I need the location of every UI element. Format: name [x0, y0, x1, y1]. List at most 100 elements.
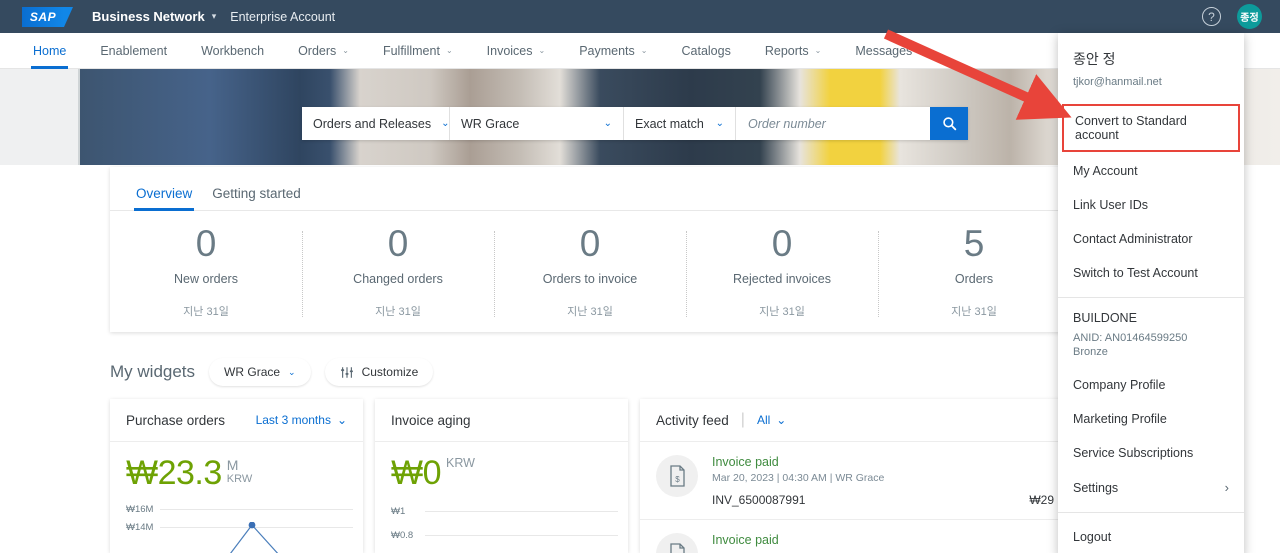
menu-item-company-profile[interactable]: Company Profile: [1058, 368, 1244, 402]
search-match-type-select[interactable]: Exact match ⌄: [624, 107, 736, 140]
menu-item-contact-administrator[interactable]: Contact Administrator: [1058, 222, 1244, 256]
widget-header: Activity feed | All ⌄: [640, 399, 1070, 442]
search-input[interactable]: [736, 107, 930, 140]
nav-item-orders[interactable]: Orders ⌄: [296, 33, 351, 69]
y-axis-tick-label: ₩1: [391, 506, 406, 517]
user-account-menu: 종안 정 tjkor@hanmail.net Convert to Standa…: [1058, 33, 1244, 553]
metric-period: 지난 31일: [951, 305, 997, 318]
avatar[interactable]: 종정: [1237, 4, 1262, 29]
chevron-down-icon: ⌄: [288, 366, 296, 377]
activity-amount: ₩29: [1029, 493, 1054, 507]
metric-tile-new-orders[interactable]: 0 New orders 지난 31일: [110, 223, 302, 331]
metric-label: New orders: [174, 271, 238, 286]
metric-tile-rejected-invoices[interactable]: 0 Rejected invoices 지난 31일: [686, 223, 878, 331]
menu-item-label: Company Profile: [1073, 378, 1166, 392]
nav-item-reports[interactable]: Reports ⌄: [763, 33, 823, 69]
tab-overview[interactable]: Overview: [126, 186, 202, 211]
tab-label: Overview: [136, 186, 193, 201]
help-icon[interactable]: ?: [1202, 7, 1221, 26]
range-label: Last 3 months: [255, 413, 331, 427]
activity-feed-filter[interactable]: All ⌄: [757, 413, 786, 427]
activity-document-number: INV_6500087991: [712, 493, 806, 507]
nav-item-workbench[interactable]: Workbench: [199, 33, 266, 69]
nav-item-home[interactable]: Home: [31, 33, 69, 69]
list-item[interactable]: $ Invoice paid Mar 20, 2023 | 04:30 AM |…: [640, 442, 1070, 520]
metric-value: 0: [195, 223, 217, 264]
chevron-down-icon: ⌄: [538, 46, 546, 55]
metric-period: 지난 31일: [183, 305, 229, 318]
sap-logo[interactable]: SAP: [22, 6, 73, 27]
search-document-type-select[interactable]: Orders and Releases ⌄: [302, 107, 450, 140]
gridline: [160, 509, 353, 510]
search-button[interactable]: [930, 107, 968, 140]
menu-item-marketing-profile[interactable]: Marketing Profile: [1058, 402, 1244, 436]
metric-tile-orders-to-invoice[interactable]: 0 Orders to invoice 지난 31일: [494, 223, 686, 331]
menu-item-convert-to-standard-account[interactable]: Convert to Standard account: [1062, 104, 1240, 152]
invoice-aging-chart: ₩1 ₩0.8: [391, 504, 618, 553]
customize-button[interactable]: Customize: [324, 358, 434, 386]
header-actions: ? 종정: [1202, 4, 1262, 29]
page-title: My widgets: [110, 362, 196, 381]
product-title[interactable]: Business Network: [92, 9, 205, 24]
menu-item-link-user-ids[interactable]: Link User IDs: [1058, 188, 1244, 222]
purchase-orders-total: ₩23.3 M KRW: [126, 456, 347, 490]
menu-item-switch-to-test-account[interactable]: Switch to Test Account: [1058, 256, 1244, 290]
metric-value: 0: [771, 223, 793, 264]
chevron-down-icon: ⌄: [715, 118, 724, 129]
nav-item-payments[interactable]: Payments ⌄: [577, 33, 649, 69]
purchase-orders-range-select[interactable]: Last 3 months ⌄: [256, 413, 347, 427]
metric-tile-changed-orders[interactable]: 0 Changed orders 지난 31일: [302, 224, 494, 331]
widget-customer-value: WR Grace: [224, 365, 281, 379]
invoice-dollar-icon: $: [656, 455, 698, 497]
amount-value: ₩23.3: [126, 454, 222, 492]
gridline: [425, 511, 618, 512]
nav-label: Payments: [579, 43, 635, 58]
menu-item-label: Service Subscriptions: [1073, 446, 1194, 460]
customize-label: Customize: [361, 365, 419, 379]
widget-invoice-aging: Invoice aging ₩0 KRW ₩1 ₩0.8: [375, 399, 628, 553]
nav-item-enablement[interactable]: Enablement: [98, 33, 169, 69]
list-item[interactable]: Invoice paid: [640, 520, 1070, 553]
organization-anid: ANID: AN01464599250: [1073, 332, 1188, 344]
nav-label: Enablement: [100, 43, 168, 58]
activity-status-link[interactable]: Invoice paid: [712, 455, 1054, 469]
widget-title: Purchase orders: [126, 412, 226, 428]
chevron-down-icon[interactable]: ▾: [212, 11, 217, 22]
search-match-type-value: Exact match: [635, 116, 704, 131]
y-axis-tick-label: ₩16M: [126, 504, 154, 515]
activity-meta: Mar 20, 2023 | 04:30 AM | WR Grace: [712, 472, 885, 484]
amount-unit: KRW: [446, 456, 475, 473]
search-customer-select[interactable]: WR Grace ⌄: [450, 107, 624, 140]
nav-label: Workbench: [201, 43, 265, 58]
metric-label: Rejected invoices: [733, 271, 831, 286]
nav-item-messages[interactable]: Messages: [853, 33, 914, 69]
nav-item-invoices[interactable]: Invoices ⌄: [485, 33, 548, 69]
widget-purchase-orders: Purchase orders Last 3 months ⌄ ₩23.3 M …: [110, 399, 363, 553]
overview-tabs: Overview Getting started: [110, 167, 1070, 211]
search-document-type-value: Orders and Releases: [313, 116, 432, 131]
y-axis-tick-label: ₩14M: [126, 522, 154, 533]
search-customer-value: WR Grace: [461, 116, 520, 131]
divider: [1058, 297, 1244, 298]
metric-value: 0: [579, 223, 601, 264]
nav-item-fulfillment[interactable]: Fulfillment ⌄: [381, 33, 455, 69]
tab-getting-started[interactable]: Getting started: [202, 186, 311, 210]
nav-item-catalogs[interactable]: Catalogs: [680, 33, 733, 69]
chevron-down-icon: ⌄: [336, 413, 347, 427]
amount-value: ₩0: [391, 454, 442, 492]
amount-unit: M KRW: [227, 458, 252, 485]
metric-tile-orders[interactable]: 5 Orders 지난 31일: [878, 224, 1070, 331]
activity-status-link[interactable]: Invoice paid: [712, 533, 1054, 547]
user-email: tjkor@hanmail.net: [1073, 76, 1162, 88]
menu-item-settings[interactable]: Settings ›: [1058, 470, 1244, 505]
metric-label: Changed orders: [353, 271, 443, 286]
chevron-down-icon: ⌄: [441, 118, 450, 129]
menu-item-my-account[interactable]: My Account: [1058, 154, 1244, 188]
activity-content: Invoice paid: [712, 533, 1054, 553]
menu-item-logout[interactable]: Logout: [1058, 520, 1244, 553]
organization-tier: Bronze: [1073, 346, 1108, 358]
menu-item-service-subscriptions[interactable]: Service Subscriptions: [1058, 436, 1244, 470]
widget-customer-filter[interactable]: WR Grace ⌄: [209, 358, 311, 386]
invoice-aging-total: ₩0 KRW: [391, 456, 612, 490]
purchase-orders-line-series: [230, 522, 279, 553]
